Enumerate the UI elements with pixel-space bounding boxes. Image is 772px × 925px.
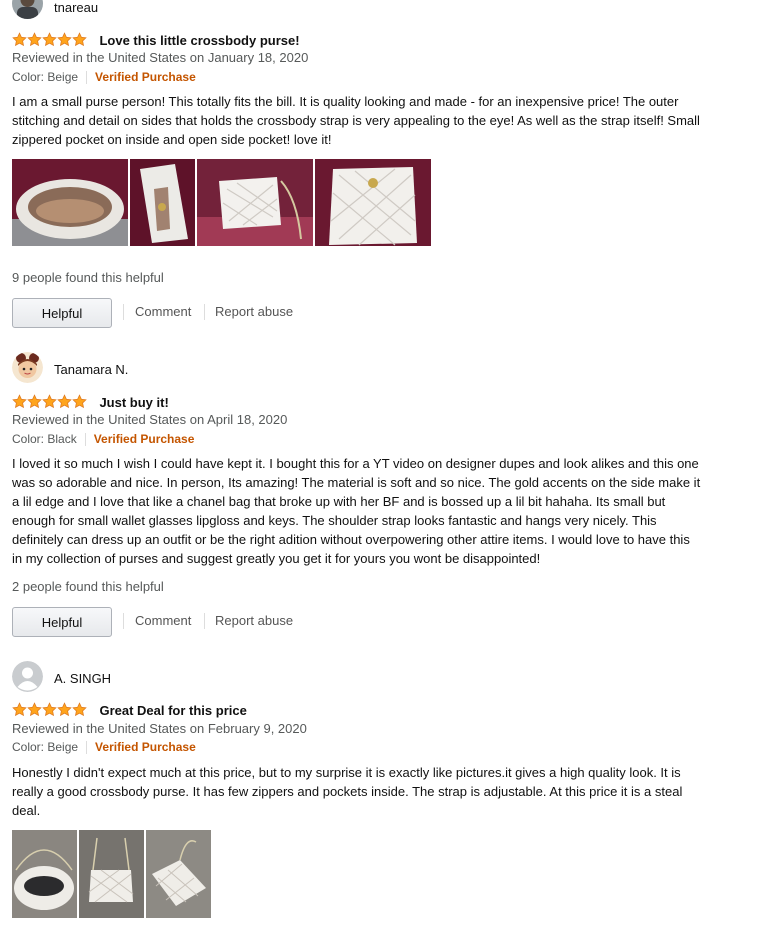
divider (204, 304, 205, 320)
star-icon (12, 394, 27, 409)
star-icon (27, 394, 42, 409)
star-icon (27, 702, 42, 717)
star-icon (27, 32, 42, 47)
review-title[interactable]: Just buy it! (99, 395, 168, 410)
reviewer-profile[interactable]: A. SINGH (12, 661, 212, 695)
review-image[interactable] (146, 830, 211, 918)
reviewer-name[interactable]: A. SINGH (54, 671, 111, 686)
reviewer-profile[interactable]: tnareau (12, 0, 212, 22)
report-abuse-link[interactable]: Report abuse (215, 613, 293, 628)
review-images (12, 159, 431, 246)
helpful-button[interactable]: Helpful (12, 607, 112, 637)
star-icon (42, 32, 57, 47)
divider (86, 71, 88, 85)
default-user-avatar-icon (12, 661, 43, 692)
star-icon (72, 32, 87, 47)
helpful-count: 9 people found this helpful (12, 270, 164, 285)
helpful-count: 2 people found this helpful (12, 579, 164, 594)
star-icon (42, 394, 57, 409)
divider (123, 613, 124, 629)
color-variant[interactable]: Color: Black (12, 432, 77, 446)
divider (123, 304, 124, 320)
review-image[interactable] (197, 159, 313, 246)
rating-stars[interactable] (12, 393, 87, 411)
cartoon-girl-avatar-icon (12, 352, 43, 383)
rating-stars[interactable] (12, 31, 87, 49)
star-icon (57, 32, 72, 47)
color-variant[interactable]: Color: Beige (12, 740, 78, 754)
review-image[interactable] (12, 159, 128, 246)
comment-link[interactable]: Comment (135, 304, 191, 319)
review-image[interactable] (130, 159, 195, 246)
star-icon (72, 394, 87, 409)
review-image[interactable] (79, 830, 144, 918)
review-date: Reviewed in the United States on Februar… (12, 721, 307, 736)
user-photo-avatar-icon (12, 0, 43, 19)
star-icon (12, 702, 27, 717)
review-title-row: Love this little crossbody purse! (12, 31, 300, 49)
review-actions: Helpful Comment Report abuse (12, 298, 412, 328)
star-icon (72, 702, 87, 717)
review-meta: Color: Beige Verified Purchase (12, 70, 196, 85)
review-meta: Color: Beige Verified Purchase (12, 740, 196, 755)
reviewer-profile[interactable]: Tanamara N. (12, 352, 212, 386)
review-title-row: Great Deal for this price (12, 701, 247, 719)
divider (204, 613, 205, 629)
review-body: I loved it so much I wish I could have k… (12, 456, 701, 566)
review-title-row: Just buy it! (12, 393, 169, 411)
review-date: Reviewed in the United States on April 1… (12, 412, 288, 427)
star-icon (42, 702, 57, 717)
color-variant[interactable]: Color: Beige (12, 70, 78, 84)
review-meta: Color: Black Verified Purchase (12, 432, 195, 447)
star-icon (12, 32, 27, 47)
review-body: I am a small purse person! This totally … (12, 94, 700, 147)
review-image[interactable] (12, 830, 77, 918)
report-abuse-link[interactable]: Report abuse (215, 304, 293, 319)
verified-purchase-badge[interactable]: Verified Purchase (95, 70, 196, 84)
star-icon (57, 394, 72, 409)
review-title[interactable]: Great Deal for this price (99, 703, 246, 718)
verified-purchase-badge[interactable]: Verified Purchase (95, 740, 196, 754)
review-body: Honestly I didn't expect much at this pr… (12, 765, 683, 818)
review-title[interactable]: Love this little crossbody purse! (99, 33, 299, 48)
review-images (12, 830, 211, 918)
review-image[interactable] (315, 159, 431, 246)
rating-stars[interactable] (12, 701, 87, 719)
review-date: Reviewed in the United States on January… (12, 50, 309, 65)
star-icon (57, 702, 72, 717)
comment-link[interactable]: Comment (135, 613, 191, 628)
divider (84, 433, 86, 447)
review-actions: Helpful Comment Report abuse (12, 607, 412, 637)
helpful-button[interactable]: Helpful (12, 298, 112, 328)
reviewer-name[interactable]: tnareau (54, 0, 98, 15)
divider (86, 741, 88, 755)
verified-purchase-badge[interactable]: Verified Purchase (94, 432, 195, 446)
reviewer-name[interactable]: Tanamara N. (54, 362, 128, 377)
